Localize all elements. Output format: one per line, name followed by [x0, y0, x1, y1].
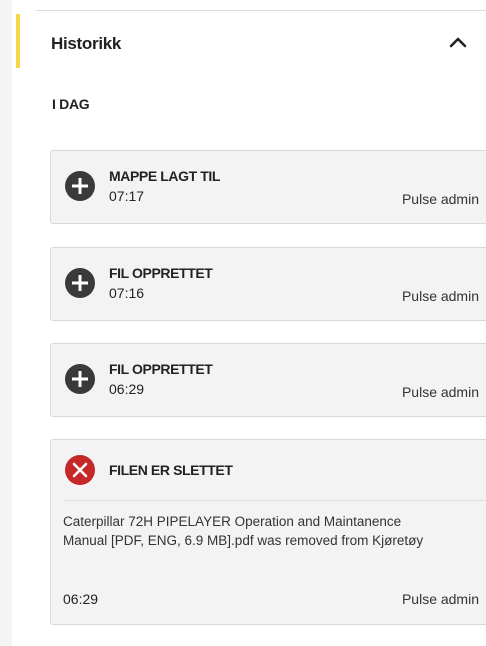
date-group-label: I DAG	[52, 96, 90, 112]
section-title: Historikk	[51, 34, 122, 53]
card-divider	[63, 500, 486, 501]
event-title: FILEN ER SLETTET	[109, 462, 233, 478]
history-event-card: MAPPE LAGT TIL 07:17 Pulse admin	[50, 150, 486, 224]
event-title: MAPPE LAGT TIL	[109, 168, 221, 184]
plus-circle-icon	[63, 362, 97, 396]
event-time: 07:17	[109, 188, 145, 204]
event-user: Pulse admin	[401, 384, 479, 400]
event-description: Caterpillar 72H PIPELAYER Operation and …	[63, 514, 424, 548]
event-user: Pulse admin	[401, 288, 479, 304]
divider	[36, 10, 486, 11]
event-time: 07:16	[109, 285, 145, 301]
event-user: Pulse admin	[401, 591, 479, 607]
active-section-indicator	[16, 14, 20, 68]
plus-circle-icon	[63, 266, 97, 300]
event-time: 06:29	[109, 381, 145, 397]
event-user: Pulse admin	[401, 191, 479, 207]
event-title: FIL OPPRETTET	[109, 361, 213, 377]
history-section-header[interactable]: Historikk	[36, 14, 476, 70]
panel-gutter	[0, 0, 12, 646]
event-title: FIL OPPRETTET	[109, 265, 213, 281]
history-event-card: FIL OPPRETTET 06:29 Pulse admin	[50, 343, 486, 417]
close-circle-icon	[63, 453, 97, 487]
chevron-up-icon[interactable]	[448, 34, 468, 50]
plus-circle-icon	[63, 169, 97, 203]
history-event-card: FIL OPPRETTET 07:16 Pulse admin	[50, 247, 486, 321]
history-event-card: FILEN ER SLETTET Caterpillar 72H PIPELAY…	[50, 439, 486, 625]
event-time: 06:29	[63, 591, 99, 607]
